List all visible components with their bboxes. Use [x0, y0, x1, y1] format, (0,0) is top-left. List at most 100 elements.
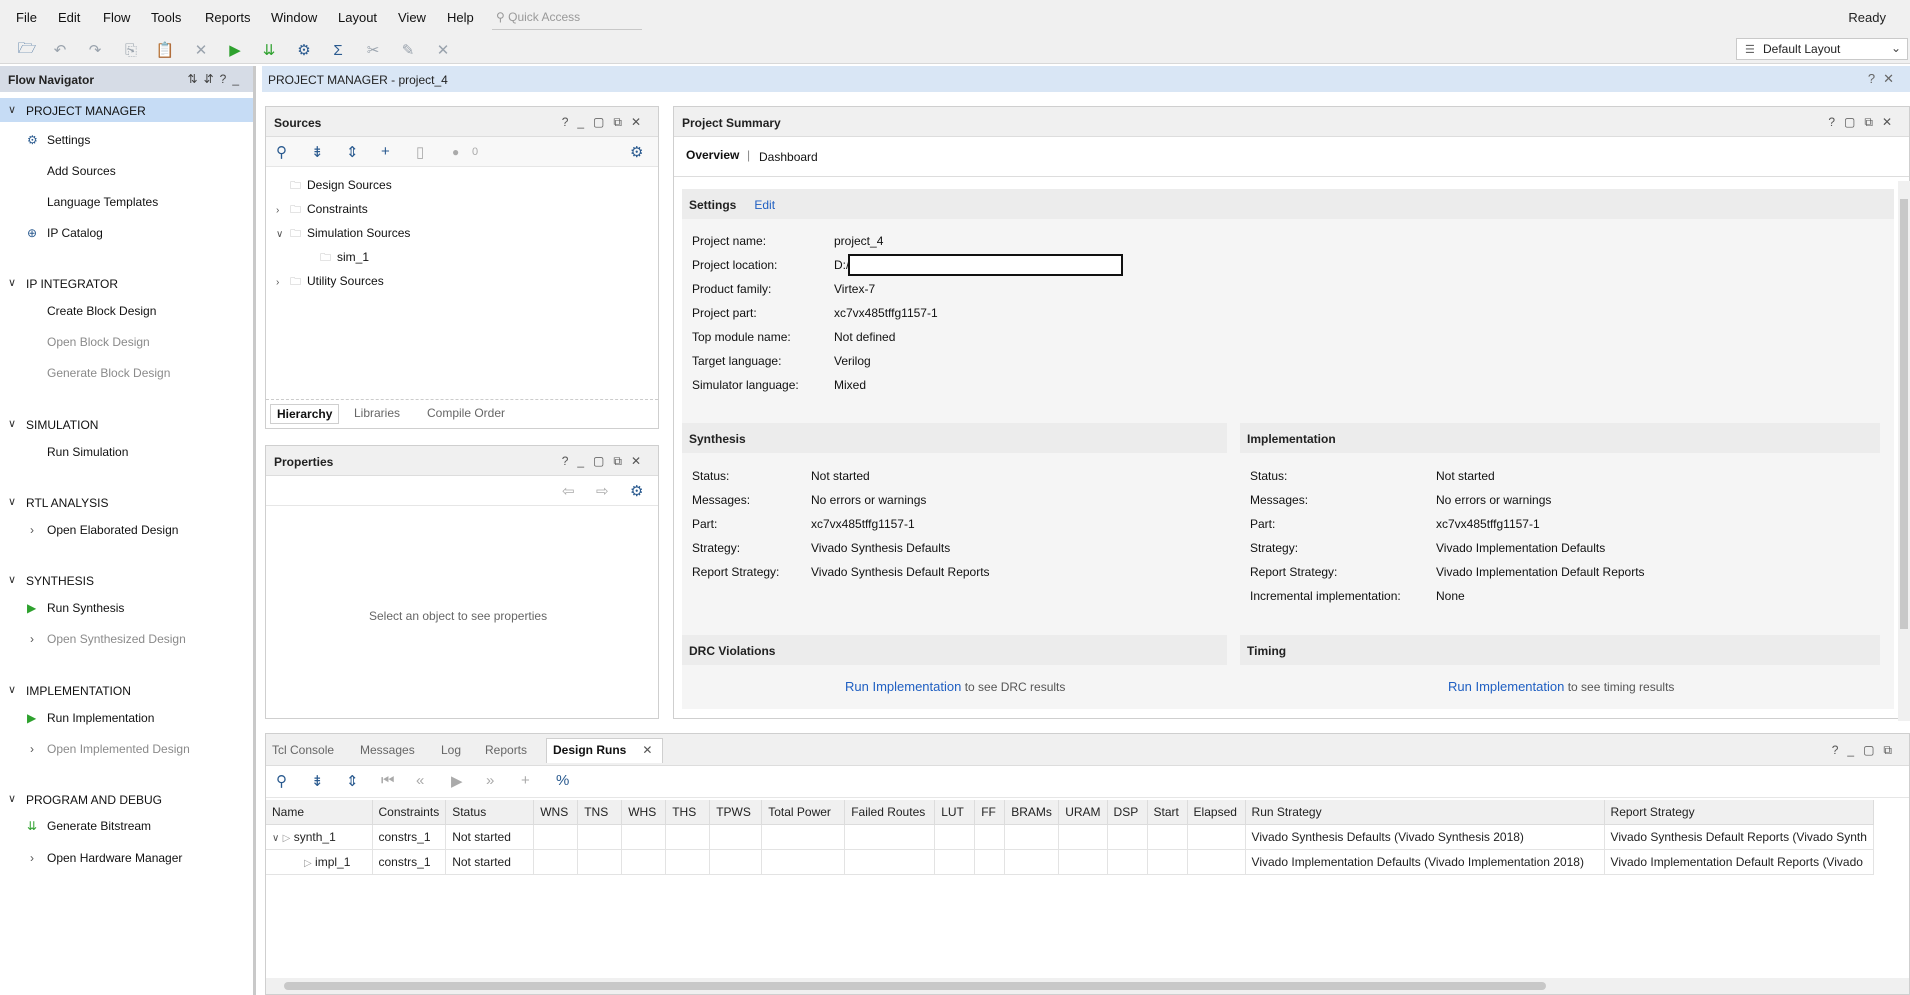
tree-constraints[interactable]: › 🗀 Constraints: [276, 201, 368, 220]
menu-help[interactable]: Help: [447, 10, 474, 25]
undo-icon[interactable]: ↶: [49, 39, 71, 61]
search-icon[interactable]: ⚲: [276, 772, 287, 790]
gear-icon[interactable]: ⚙: [630, 482, 643, 500]
col-ths[interactable]: THS: [665, 800, 711, 825]
section-project-manager[interactable]: ∨ PROJECT MANAGER: [0, 98, 253, 122]
percent-icon[interactable]: %: [556, 772, 569, 789]
col-dsp[interactable]: DSP: [1107, 800, 1148, 825]
col-elapsed[interactable]: Elapsed: [1187, 800, 1246, 825]
nav-ip-catalog[interactable]: ⊕ IP Catalog: [27, 226, 103, 240]
nav-open-block-design[interactable]: Open Block Design: [47, 335, 150, 349]
nav-add-sources[interactable]: Add Sources: [47, 164, 116, 178]
section-implementation[interactable]: ∨ IMPLEMENTATION: [0, 678, 253, 702]
previous-icon[interactable]: «: [416, 772, 424, 789]
section-synthesis[interactable]: ∨ SYNTHESIS: [0, 568, 253, 592]
search-icon[interactable]: ⚲: [276, 143, 287, 161]
chevron-down-icon[interactable]: ∨: [276, 229, 290, 240]
collapse-all-icon[interactable]: ⇟: [311, 772, 324, 790]
tree-design-sources[interactable]: 🗀 Design Sources: [276, 177, 392, 196]
section-rtl-analysis[interactable]: ∨ RTL ANALYSIS: [0, 490, 253, 514]
menu-flow[interactable]: Flow: [103, 10, 130, 25]
menu-layout[interactable]: Layout: [338, 10, 377, 25]
menu-window[interactable]: Window: [271, 10, 317, 25]
cell-name[interactable]: ∨ ▷ synth_1: [266, 824, 373, 850]
expand-all-icon[interactable]: ⇕: [346, 772, 359, 790]
tool-icon-3[interactable]: ✕: [432, 39, 454, 61]
menu-view[interactable]: View: [398, 10, 426, 25]
col-total-power[interactable]: Total Power: [761, 800, 846, 825]
synth-link-strategy[interactable]: Vivado Synthesis Defaults: [811, 541, 950, 555]
panel-controls[interactable]: ?▢⧉✕: [1828, 115, 1901, 130]
col-status[interactable]: Status: [445, 800, 535, 825]
nav-open-hardware-manager[interactable]: › Open Hardware Manager: [30, 851, 182, 865]
add-icon[interactable]: +: [521, 772, 530, 789]
panel-controls[interactable]: ?_▢⧉: [1832, 743, 1901, 758]
close-icon[interactable]: ✕: [642, 743, 652, 757]
nav-language-templates[interactable]: Language Templates: [47, 195, 158, 209]
back-arrow-icon[interactable]: ⇦: [562, 482, 575, 500]
header-controls[interactable]: ?✕: [1868, 71, 1902, 87]
col-report-strategy[interactable]: Report Strategy: [1604, 800, 1874, 825]
settings-edit-link[interactable]: Edit: [754, 198, 775, 212]
tab-messages[interactable]: Messages: [354, 741, 421, 759]
col-brams[interactable]: BRAMs: [1004, 800, 1060, 825]
tab-dashboard[interactable]: Dashboard: [759, 150, 818, 164]
panel-controls[interactable]: ?_▢⧉✕: [562, 115, 650, 130]
impl-link-report-strategy[interactable]: Vivado Implementation Default Reports: [1436, 565, 1645, 579]
layout-select[interactable]: ☰ Default Layout ⌄: [1736, 38, 1908, 60]
forward-arrow-icon[interactable]: ⇨: [596, 482, 609, 500]
nav-settings[interactable]: ⚙ Settings: [27, 133, 90, 147]
link-project-part[interactable]: xc7vx485tffg1157-1: [834, 306, 938, 320]
gear-icon[interactable]: ⚙: [630, 143, 643, 161]
tab-log[interactable]: Log: [435, 741, 467, 759]
paste-icon[interactable]: 📋: [154, 39, 176, 61]
nav-run-synthesis[interactable]: ▶ Run Synthesis: [27, 601, 124, 615]
tool-icon-1[interactable]: ✂: [362, 39, 384, 61]
tab-compile-order[interactable]: Compile Order: [421, 404, 511, 422]
col-tns[interactable]: TNS: [577, 800, 623, 825]
tab-tcl-console[interactable]: Tcl Console: [266, 741, 340, 759]
tree-simulation-sources[interactable]: ∨ 🗀 Simulation Sources: [276, 225, 410, 244]
nav-open-implemented-design[interactable]: › Open Implemented Design: [30, 742, 190, 756]
col-wns[interactable]: WNS: [533, 800, 579, 825]
settings-gear-icon[interactable]: ⚙: [293, 39, 315, 61]
redo-icon[interactable]: ↷: [84, 39, 106, 61]
col-constraints[interactable]: Constraints: [372, 800, 447, 825]
first-icon[interactable]: ⏮: [381, 772, 395, 789]
tab-hierarchy[interactable]: Hierarchy: [270, 404, 340, 424]
col-whs[interactable]: WHS: [621, 800, 667, 825]
info-icon[interactable]: ▯: [416, 143, 424, 161]
menu-file[interactable]: File: [16, 10, 37, 25]
section-program-and-debug[interactable]: ∨ PROGRAM AND DEBUG: [0, 787, 253, 811]
run-icon[interactable]: ▶: [224, 39, 246, 61]
nav-open-synthesized-design[interactable]: › Open Synthesized Design: [30, 632, 186, 646]
delete-icon[interactable]: ✕: [190, 39, 212, 61]
bitstream-icon[interactable]: ⇊: [258, 39, 280, 61]
nav-open-elaborated-design[interactable]: › Open Elaborated Design: [30, 523, 178, 537]
col-start[interactable]: Start: [1147, 800, 1188, 825]
menu-reports[interactable]: Reports: [205, 10, 251, 25]
section-simulation[interactable]: ∨ SIMULATION: [0, 412, 253, 436]
tab-overview[interactable]: Overview: [686, 148, 739, 162]
impl-link-incremental[interactable]: None: [1436, 589, 1465, 603]
copy-icon[interactable]: ⎘: [120, 39, 142, 61]
collapse-all-icon[interactable]: ⇟: [311, 143, 324, 161]
timing-run-link[interactable]: Run Implementation: [1448, 679, 1564, 694]
nav-run-simulation[interactable]: Run Simulation: [47, 445, 128, 459]
report-sigma-icon[interactable]: Σ: [327, 39, 349, 61]
nav-create-block-design[interactable]: Create Block Design: [47, 304, 156, 318]
col-ff[interactable]: FF: [974, 800, 1006, 825]
link-target-language[interactable]: Verilog: [834, 354, 871, 368]
cell-name[interactable]: ▷ impl_1: [266, 849, 373, 875]
link-simulator-language[interactable]: Mixed: [834, 378, 866, 392]
col-uram[interactable]: URAM: [1058, 800, 1108, 825]
tab-reports[interactable]: Reports: [479, 741, 533, 759]
section-ip-integrator[interactable]: ∨ IP INTEGRATOR: [0, 271, 253, 295]
nav-run-implementation[interactable]: ▶ Run Implementation: [27, 711, 154, 725]
col-run-strategy[interactable]: Run Strategy: [1245, 800, 1605, 825]
menu-tools[interactable]: Tools: [151, 10, 181, 25]
horizontal-scrollbar[interactable]: [266, 978, 1909, 994]
chevron-right-icon[interactable]: ›: [276, 205, 290, 216]
panel-controls[interactable]: ?_▢⧉✕: [562, 454, 650, 469]
link-top-module[interactable]: Not defined: [834, 330, 895, 344]
